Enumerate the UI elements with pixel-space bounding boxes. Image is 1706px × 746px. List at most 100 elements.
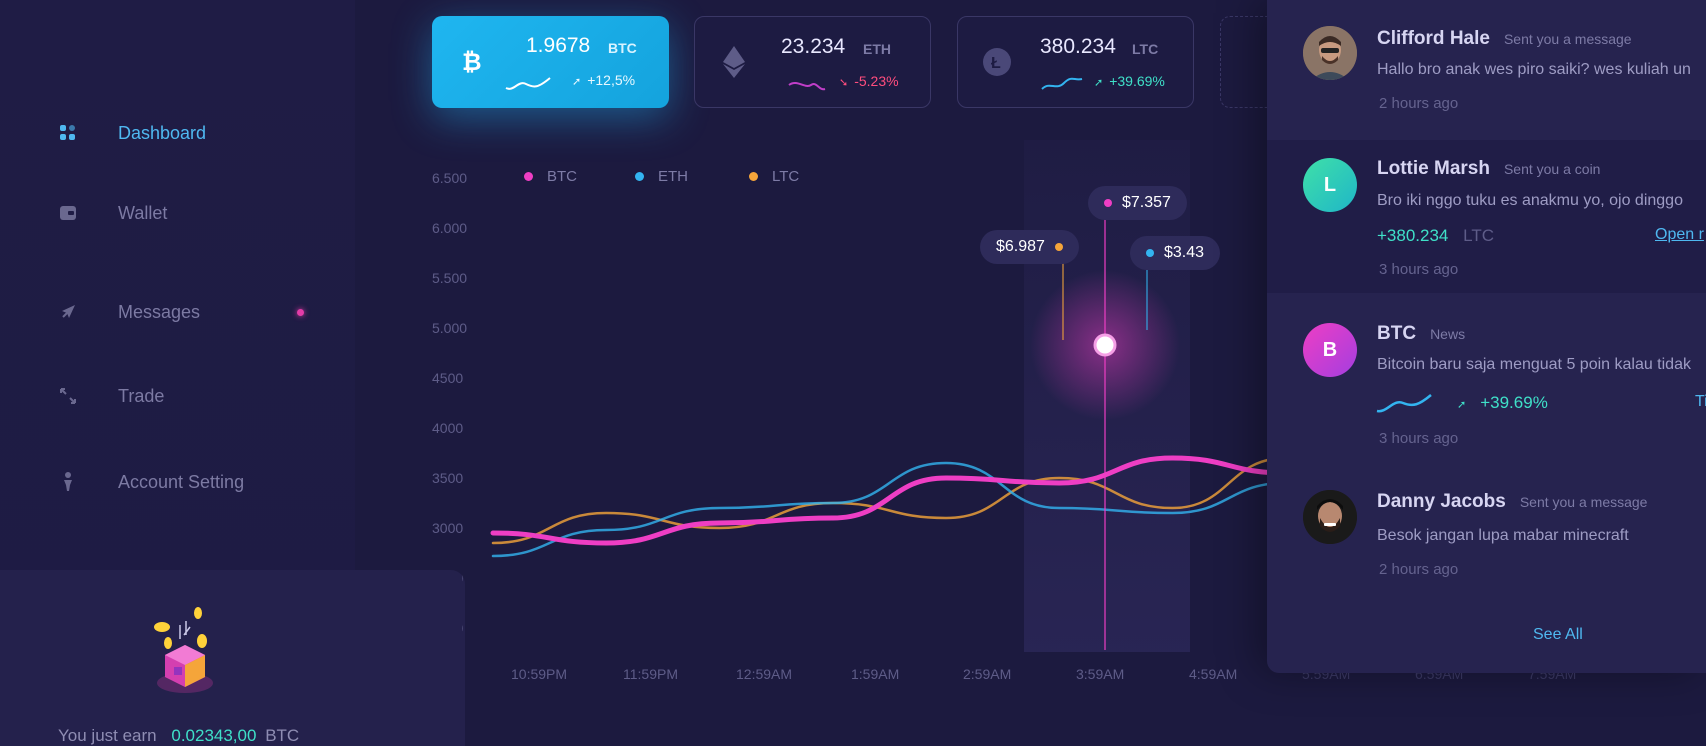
news-change-value: +39.69%: [1480, 393, 1548, 412]
trade-link[interactable]: Ti: [1695, 393, 1706, 411]
sparkline-icon: [1041, 77, 1083, 90]
x-tick-label: 10:59PM: [511, 666, 568, 682]
avatar: [1303, 490, 1357, 544]
grid-icon: [56, 121, 80, 145]
coin-change-value: +12,5%: [587, 72, 636, 88]
coin-change-value: -5.23%: [854, 73, 899, 89]
notifications-panel: Clifford Hale Sent you a message Hallo br…: [1267, 0, 1706, 673]
x-tick-label: 1:59AM: [851, 666, 900, 682]
sidebar-item-label: Account Setting: [118, 471, 245, 492]
coin-change: ➘ -5.23%: [839, 73, 899, 89]
notification-item[interactable]: L Lottie Marsh Sent you a coin Bro iki ng…: [1267, 140, 1706, 293]
tooltip-value: $7.357: [1122, 194, 1171, 211]
notification-title: BTC News: [1377, 323, 1465, 345]
sidebar-item-account-setting[interactable]: Account Setting: [56, 470, 244, 494]
notification-item[interactable]: B BTC News Bitcoin baru saja menguat 5 po…: [1267, 293, 1706, 463]
x-tick-label: 2:59AM: [963, 666, 1012, 682]
y-tick-label: 4000: [432, 420, 464, 436]
notification-title: Lottie Marsh Sent you a coin: [1377, 158, 1600, 180]
y-tick-label: 6.000: [432, 220, 468, 236]
tooltip-eth: $3.43: [1130, 236, 1221, 270]
tooltip-btc: $7.357: [1088, 186, 1187, 220]
tooltip-dot: [1146, 249, 1154, 257]
sidebar-item-label: Dashboard: [118, 122, 207, 143]
legend-label: LTC: [772, 168, 800, 185]
notification-item[interactable]: Clifford Hale Sent you a message Hallo br…: [1267, 0, 1706, 140]
hover-point: [1093, 333, 1117, 357]
bitcoin-icon: ₿: [454, 44, 488, 78]
person-icon: [56, 470, 80, 494]
see-all-link[interactable]: See All: [1533, 626, 1583, 644]
legend-dot: [524, 172, 533, 181]
svg-text:Ł: Ł: [991, 55, 1001, 72]
avatar: [1303, 26, 1357, 80]
x-tick-label: 11:59PM: [623, 666, 678, 682]
sparkline-icon: [788, 82, 826, 91]
tooltip-value: $6.987: [996, 238, 1045, 255]
tooltip-value: $3.43: [1164, 244, 1205, 261]
y-tick-label: 6.500: [432, 170, 468, 186]
ethereum-icon: [717, 45, 751, 79]
sidebar-item-dashboard[interactable]: Dashboard: [56, 121, 206, 145]
notification-action: News: [1430, 326, 1466, 342]
x-tick-label: 12:59AM: [736, 666, 793, 682]
coin-value: 380.234: [1040, 35, 1116, 58]
tooltip-dot: [1054, 243, 1063, 251]
earn-currency: BTC: [265, 726, 300, 745]
notification-time: 3 hours ago: [1379, 261, 1459, 278]
wallet-icon: [56, 201, 80, 225]
legend-dot: [749, 172, 758, 181]
coin-symbol: LTC: [1132, 41, 1159, 57]
coin-symbol: BTC: [608, 40, 637, 56]
notification-time: 3 hours ago: [1379, 430, 1459, 447]
rocket-icon: [56, 300, 80, 324]
arrow-up-icon: ➚: [1094, 77, 1104, 89]
messages-badge: [297, 309, 304, 316]
y-tick-label: 5.000: [432, 320, 468, 336]
notification-time: 2 hours ago: [1379, 95, 1459, 112]
coin-card-ltc[interactable]: Ł 380.234 LTC ➚ +39.69%: [957, 16, 1194, 108]
earn-text: You just earn 0.02343,00 BTC: [58, 726, 299, 746]
legend-dot: [635, 172, 644, 181]
open-link[interactable]: Open r: [1655, 226, 1704, 244]
treasure-box-icon: [154, 607, 213, 693]
arrows-icon: [56, 384, 80, 408]
arrow-down-icon: ➘: [839, 77, 849, 89]
notification-title: Clifford Hale Sent you a message: [1377, 28, 1632, 50]
avatar-letter: L: [1323, 173, 1337, 196]
svg-text:₿: ₿: [462, 49, 482, 74]
coin-change-value: +39.69%: [1109, 73, 1165, 89]
tooltip-dot: [1104, 199, 1112, 207]
coin-received: +380.234 LTC: [1377, 226, 1494, 246]
coin-symbol: ETH: [863, 41, 891, 57]
sidebar-item-messages[interactable]: Messages: [56, 300, 200, 324]
coin-change: ➚ +39.69%: [1094, 73, 1165, 89]
sidebar-item-trade[interactable]: Trade: [56, 384, 164, 408]
avatar: B: [1303, 323, 1357, 377]
notification-item[interactable]: Danny Jacobs Sent you a message Besok jan…: [1267, 463, 1706, 603]
notification-title: Danny Jacobs Sent you a message: [1377, 491, 1647, 513]
sparkline-icon: [1376, 394, 1432, 413]
coin-card-eth[interactable]: 23.234 ETH ➘ -5.23%: [694, 16, 931, 108]
earn-card: [0, 570, 465, 746]
news-change: ➚ +39.69%: [1457, 393, 1548, 413]
hover-glow: [1030, 270, 1180, 420]
notification-message: Besok jangan lupa mabar minecraft: [1377, 527, 1629, 544]
sidebar-item-wallet[interactable]: Wallet: [56, 201, 167, 225]
x-tick-label: 4:59AM: [1189, 666, 1238, 682]
avatar: L: [1303, 158, 1357, 212]
litecoin-icon: Ł: [980, 45, 1014, 79]
coin-card-btc[interactable]: ₿ 1.9678 BTC ➚ +12,5%: [432, 16, 669, 108]
sparkline-icon: [505, 77, 551, 90]
y-tick-label: 3500: [432, 470, 464, 486]
sidebar-item-label: Messages: [118, 301, 201, 322]
y-tick-label: 5.500: [432, 270, 468, 286]
notification-message: Bitcoin baru saja menguat 5 poin kalau t…: [1377, 356, 1691, 373]
notification-time: 2 hours ago: [1379, 561, 1459, 578]
legend-item-ltc: LTC: [749, 168, 799, 185]
received-amount: +380.234: [1377, 226, 1449, 245]
tooltip-ltc: $6.987: [980, 230, 1079, 264]
notification-action: Sent you a coin: [1503, 161, 1601, 177]
sidebar-item-label: Trade: [118, 385, 165, 406]
y-tick-label: 3000: [432, 520, 464, 536]
